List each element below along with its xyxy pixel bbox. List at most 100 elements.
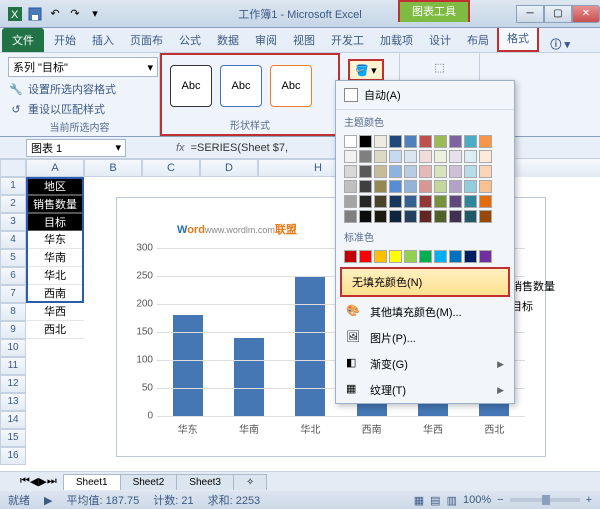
row-header[interactable]: 8 <box>0 303 26 321</box>
row-header[interactable]: 12 <box>0 375 26 393</box>
view-normal-icon[interactable]: ▦ <box>414 494 424 507</box>
row-header[interactable]: 6 <box>0 267 26 285</box>
tab-nav-next-icon[interactable]: ▶ <box>38 475 46 488</box>
color-swatch[interactable] <box>419 210 432 223</box>
color-swatch[interactable] <box>434 210 447 223</box>
color-swatch[interactable] <box>419 165 432 178</box>
sheet-tab-2[interactable]: Sheet2 <box>120 474 178 490</box>
tab-insert[interactable]: 插入 <box>84 28 122 52</box>
color-swatch[interactable] <box>479 180 492 193</box>
row-header[interactable]: 16 <box>0 447 26 465</box>
row-header[interactable]: 13 <box>0 393 26 411</box>
row-header[interactable]: 2 <box>0 195 26 213</box>
row-header[interactable]: 4 <box>0 231 26 249</box>
color-swatch[interactable] <box>374 250 387 263</box>
tab-chart-layout[interactable]: 布局 <box>459 28 497 52</box>
close-button[interactable]: ✕ <box>572 5 600 23</box>
view-layout-icon[interactable]: ▤ <box>430 494 440 507</box>
row-header[interactable]: 10 <box>0 339 26 357</box>
row-header[interactable]: 15 <box>0 429 26 447</box>
tab-home[interactable]: 开始 <box>46 28 84 52</box>
zoom-slider[interactable] <box>510 498 580 502</box>
color-swatch[interactable] <box>374 180 387 193</box>
color-swatch[interactable] <box>404 250 417 263</box>
color-swatch[interactable] <box>344 210 357 223</box>
color-swatch[interactable] <box>389 250 402 263</box>
color-swatch[interactable] <box>464 195 477 208</box>
auto-color-item[interactable]: 自动(A) <box>336 81 514 110</box>
color-swatch[interactable] <box>389 195 402 208</box>
color-swatch[interactable] <box>404 165 417 178</box>
color-swatch[interactable] <box>479 210 492 223</box>
color-swatch[interactable] <box>464 165 477 178</box>
color-swatch[interactable] <box>464 150 477 163</box>
tab-addins[interactable]: 加载项 <box>372 28 421 52</box>
row-header[interactable]: 7 <box>0 285 26 303</box>
tab-format[interactable]: 格式 <box>497 24 539 52</box>
color-swatch[interactable] <box>449 150 462 163</box>
tab-nav-prev-icon[interactable]: ◀ <box>30 475 38 488</box>
maximize-button[interactable]: ▢ <box>544 5 572 23</box>
color-swatch[interactable] <box>434 195 447 208</box>
color-swatch[interactable] <box>479 150 492 163</box>
shape-style-3[interactable]: Abc <box>270 65 312 107</box>
color-swatch[interactable] <box>344 135 357 148</box>
macro-record-icon[interactable]: ▶ <box>44 494 52 507</box>
tab-review[interactable]: 审阅 <box>247 28 285 52</box>
color-swatch[interactable] <box>419 195 432 208</box>
new-sheet-button[interactable]: ✧ <box>233 474 267 490</box>
tab-formulas[interactable]: 公式 <box>171 28 209 52</box>
view-break-icon[interactable]: ▥ <box>447 494 457 507</box>
color-swatch[interactable] <box>479 195 492 208</box>
reset-style-button[interactable]: ↺重设以匹配样式 <box>8 101 151 117</box>
color-swatch[interactable] <box>449 210 462 223</box>
save-icon[interactable] <box>26 5 44 23</box>
zoom-level[interactable]: 100% <box>463 494 491 506</box>
color-swatch[interactable] <box>419 180 432 193</box>
color-swatch[interactable] <box>464 210 477 223</box>
color-swatch[interactable] <box>404 135 417 148</box>
color-swatch[interactable] <box>404 195 417 208</box>
tab-view[interactable]: 视图 <box>285 28 323 52</box>
color-swatch[interactable] <box>449 180 462 193</box>
redo-icon[interactable]: ↷ <box>66 5 84 23</box>
color-swatch[interactable] <box>419 135 432 148</box>
color-swatch[interactable] <box>344 195 357 208</box>
color-swatch[interactable] <box>359 135 372 148</box>
color-swatch[interactable] <box>374 195 387 208</box>
col-header-d[interactable]: D <box>200 159 258 177</box>
color-swatch[interactable] <box>344 180 357 193</box>
color-swatch[interactable] <box>404 210 417 223</box>
color-swatch[interactable] <box>479 165 492 178</box>
color-swatch[interactable] <box>449 135 462 148</box>
shape-fill-button[interactable]: 🪣▾ <box>348 59 384 81</box>
color-swatch[interactable] <box>434 135 447 148</box>
row-header[interactable]: 9 <box>0 321 26 339</box>
color-swatch[interactable] <box>359 210 372 223</box>
color-swatch[interactable] <box>359 165 372 178</box>
select-all-corner[interactable] <box>0 159 26 177</box>
fx-icon[interactable]: fx <box>176 142 185 154</box>
color-swatch[interactable] <box>464 135 477 148</box>
help-icon[interactable]: ⓘ ▾ <box>550 36 570 52</box>
color-swatch[interactable] <box>434 150 447 163</box>
color-swatch[interactable] <box>344 165 357 178</box>
row-header[interactable]: 11 <box>0 357 26 375</box>
col-header-a[interactable]: A <box>26 159 84 177</box>
color-swatch[interactable] <box>374 135 387 148</box>
color-swatch[interactable] <box>389 150 402 163</box>
color-swatch[interactable] <box>449 165 462 178</box>
format-selection-button[interactable]: 🔧设置所选内容格式 <box>8 81 151 97</box>
color-swatch[interactable] <box>404 180 417 193</box>
tab-nav-last-icon[interactable]: ⏭ <box>47 475 57 488</box>
color-swatch[interactable] <box>404 150 417 163</box>
color-swatch[interactable] <box>359 180 372 193</box>
color-swatch[interactable] <box>419 150 432 163</box>
tab-data[interactable]: 数据 <box>209 28 247 52</box>
tab-nav-first-icon[interactable]: ⏮ <box>20 475 30 488</box>
color-swatch[interactable] <box>434 165 447 178</box>
col-header-b[interactable]: B <box>84 159 142 177</box>
color-swatch[interactable] <box>464 250 477 263</box>
color-swatch[interactable] <box>479 135 492 148</box>
color-swatch[interactable] <box>389 165 402 178</box>
